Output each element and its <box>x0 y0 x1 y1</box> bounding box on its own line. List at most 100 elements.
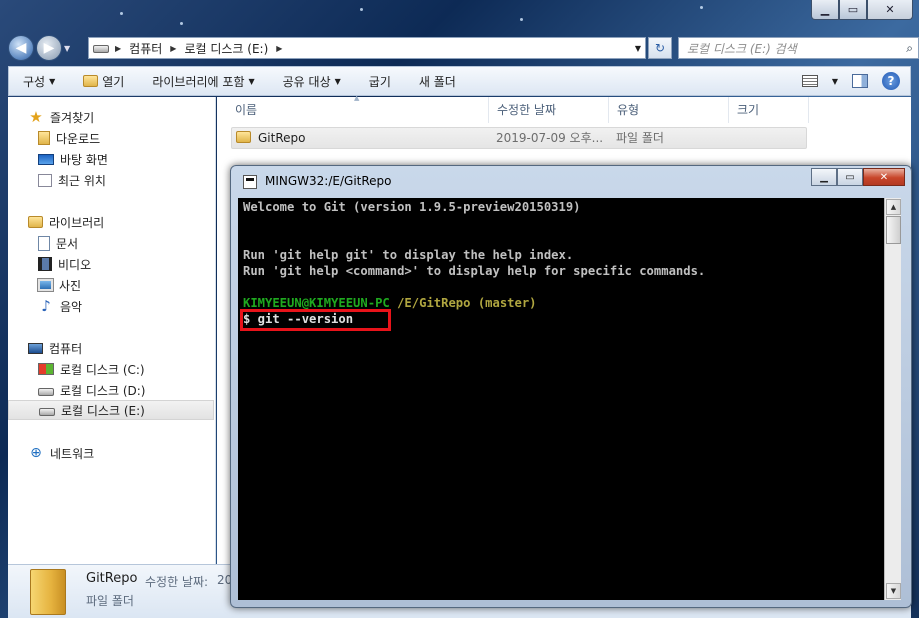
preview-pane-icon[interactable] <box>852 74 868 88</box>
breadcrumb-separator-icon[interactable]: ▶ <box>170 44 176 53</box>
refresh-button[interactable]: ↻ <box>648 37 672 59</box>
recent-places-icon <box>38 173 52 187</box>
address-dropdown-icon[interactable]: ▼ <box>635 44 641 53</box>
file-row[interactable]: GitRepo 2019-07-09 오후... 파일 폴더 <box>231 127 807 149</box>
open-button[interactable]: 열기 <box>69 73 138 90</box>
column-header-label: 이름 <box>235 103 258 117</box>
back-button[interactable]: ◀ <box>8 35 34 61</box>
nav-item-recent-places[interactable]: 최근 위치 <box>38 170 106 190</box>
breadcrumb-separator-icon[interactable]: ▶ <box>115 44 121 53</box>
nav-item-downloads[interactable]: 다운로드 <box>38 128 100 148</box>
search-box[interactable]: 로컬 디스크 (E:) 검색 ⌕ <box>678 37 919 59</box>
nav-computer[interactable]: 컴퓨터 <box>28 338 82 358</box>
nav-item-label: 비디오 <box>58 257 92 272</box>
nav-item-label: 다운로드 <box>56 131 101 146</box>
folder-icon <box>236 131 251 143</box>
nav-item-videos[interactable]: 비디오 <box>38 254 91 274</box>
minimize-button[interactable]: ▁ <box>811 0 839 20</box>
organize-button[interactable]: 구성 ▼ <box>9 73 69 90</box>
help-icon[interactable]: ? <box>882 72 900 90</box>
details-name: GitRepo <box>86 571 138 586</box>
chevron-down-icon: ▼ <box>334 76 341 86</box>
burn-button[interactable]: 굽기 <box>355 73 405 90</box>
nav-item-label: 바탕 화면 <box>60 152 108 167</box>
share-with-label: 공유 대상 <box>282 74 331 89</box>
breadcrumb-drive-e[interactable]: 로컬 디스크 (E:) <box>184 40 268 57</box>
forward-button[interactable]: ▶ <box>36 35 62 61</box>
nav-item-pictures[interactable]: 사진 <box>37 275 82 295</box>
vertical-scrollbar[interactable]: ▲ ▼ <box>884 198 901 600</box>
history-dropdown[interactable]: ▼ <box>64 44 74 53</box>
open-label: 열기 <box>102 74 125 89</box>
window-title: MINGW32:/E/GitRepo <box>265 174 392 188</box>
chevron-down-icon: ▼ <box>49 76 56 86</box>
terminal-line: Welcome to Git (version 1.9.5-preview201… <box>243 200 581 214</box>
command-highlight-box <box>240 309 391 331</box>
nav-network-label: 네트워크 <box>50 446 95 461</box>
scroll-thumb[interactable] <box>886 216 901 244</box>
search-placeholder: 로컬 디스크 (E:) 검색 <box>687 41 797 56</box>
column-header-size[interactable]: 크기 <box>729 97 809 123</box>
view-dropdown-icon[interactable]: ▼ <box>832 77 838 86</box>
open-folder-icon <box>83 75 99 87</box>
terminal-output[interactable]: Welcome to Git (version 1.9.5-preview201… <box>238 198 884 600</box>
back-arrow-icon: ◀ <box>15 40 27 56</box>
nav-favorites[interactable]: ★ 즐겨찾기 <box>28 107 94 127</box>
column-header-name[interactable]: 이름 <box>227 97 489 123</box>
nav-item-drive-e[interactable]: 로컬 디스크 (E:) <box>8 400 214 420</box>
git-bash-window[interactable]: MINGW32:/E/GitRepo ▁ ▭ ✕ Welcome to Git … <box>230 165 912 608</box>
nav-item-desktop[interactable]: 바탕 화면 <box>38 149 108 169</box>
nav-item-label: 사진 <box>59 278 82 293</box>
nav-item-drive-c[interactable]: 로컬 디스크 (C:) <box>38 359 145 379</box>
computer-icon <box>28 342 43 354</box>
nav-favorites-label: 즐겨찾기 <box>50 110 95 125</box>
prompt-branch: (master) <box>477 296 537 310</box>
drive-icon <box>39 408 55 416</box>
scroll-up-icon[interactable]: ▲ <box>886 199 901 215</box>
breadcrumb-separator-icon[interactable]: ▶ <box>276 44 282 53</box>
nav-libraries[interactable]: 라이브러리 <box>28 212 104 232</box>
include-in-library-button[interactable]: 라이브러리에 포함 ▼ <box>138 73 268 90</box>
drive-icon <box>93 45 109 53</box>
explorer-caption-buttons: ▁ ▭ ✕ <box>811 0 913 20</box>
document-icon <box>38 235 50 251</box>
column-header-label: 수정한 날짜 <box>497 103 557 117</box>
file-type: 파일 폴더 <box>616 131 664 145</box>
prompt-line: KIMYEEUN@KIMYEEUN-PC /E/GitRepo (master) <box>243 296 537 310</box>
minimize-icon: ▁ <box>820 3 830 16</box>
nav-item-drive-d[interactable]: 로컬 디스크 (D:) <box>38 380 145 400</box>
breadcrumb-computer[interactable]: 컴퓨터 <box>129 40 162 57</box>
search-icon[interactable]: ⌕ <box>906 41 913 56</box>
share-with-button[interactable]: 공유 대상 ▼ <box>269 73 355 90</box>
close-button[interactable]: ✕ <box>863 168 905 186</box>
column-header-date-modified[interactable]: 수정한 날짜 <box>489 97 609 123</box>
nav-item-music[interactable]: ♪ 음악 <box>38 296 82 316</box>
view-options-icon[interactable] <box>801 75 818 87</box>
nav-item-label: 로컬 디스크 (D:) <box>60 383 146 398</box>
nav-computer-label: 컴퓨터 <box>49 341 83 356</box>
details-modified-label: 수정한 날짜: <box>145 575 209 589</box>
address-bar[interactable]: ▶ 컴퓨터 ▶ 로컬 디스크 (E:) ▶ ▼ <box>88 37 646 59</box>
desktop-sparkle <box>120 12 123 15</box>
terminal-icon <box>243 175 257 189</box>
network-icon: ⊕ <box>30 445 42 461</box>
downloads-icon <box>38 131 50 145</box>
nav-network[interactable]: ⊕ 네트워크 <box>28 443 94 463</box>
git-caption-buttons: ▁ ▭ ✕ <box>811 168 905 186</box>
video-icon <box>38 257 52 271</box>
minimize-button[interactable]: ▁ <box>811 168 837 186</box>
column-header-type[interactable]: 유형 <box>609 97 729 123</box>
scroll-down-icon[interactable]: ▼ <box>886 583 901 599</box>
nav-item-documents[interactable]: 문서 <box>38 233 78 253</box>
new-folder-button[interactable]: 새 폴더 <box>405 73 470 90</box>
desktop-sparkle <box>520 18 523 21</box>
maximize-button[interactable]: ▭ <box>839 0 867 20</box>
maximize-button[interactable]: ▭ <box>837 168 863 186</box>
nav-item-label: 로컬 디스크 (C:) <box>60 362 145 377</box>
forward-arrow-icon: ▶ <box>43 40 55 56</box>
desktop-sparkle <box>700 6 703 9</box>
details-type: 파일 폴더 <box>86 594 134 608</box>
close-button[interactable]: ✕ <box>867 0 913 20</box>
terminal-line: Run 'git help git' to display the help i… <box>243 248 574 262</box>
navigation-pane: ★ 즐겨찾기 다운로드 바탕 화면 최근 위치 라이브러리 문서 비디오 사진 … <box>8 97 216 564</box>
